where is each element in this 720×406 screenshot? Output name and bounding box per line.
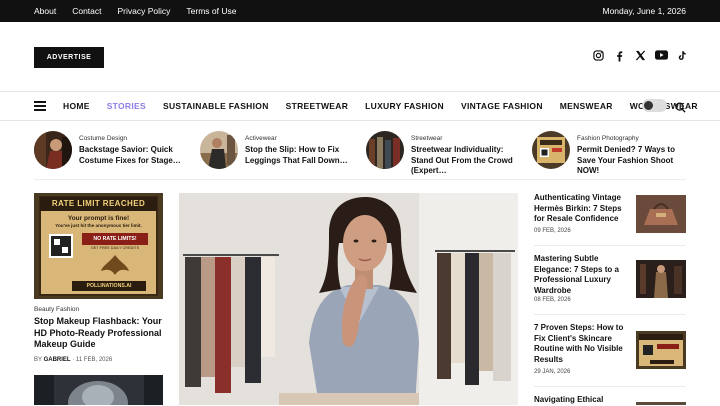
article-image[interactable]: RATE LIMIT REACHED Your prompt is fine! … (34, 193, 163, 299)
trending-thumbnail (34, 131, 72, 169)
facebook-icon[interactable] (613, 50, 625, 62)
trending-title[interactable]: Backstage Savior: Quick Costume Fixes fo… (79, 145, 191, 166)
image-badge-sub: GET FREE DAILY CREDITS (90, 246, 140, 250)
side-thumbnail[interactable] (636, 397, 686, 405)
side-date: 09 FEB, 2026 (534, 228, 571, 234)
trending-thumbnail (200, 131, 238, 169)
side-divider (534, 386, 686, 387)
top-links: About Contact Privacy Policy Terms of Us… (34, 6, 237, 16)
side-thumbnail[interactable] (636, 195, 686, 233)
trending-item[interactable]: Fashion Photography Permit Denied? 7 Way… (532, 131, 690, 175)
tiktok-icon[interactable] (676, 50, 688, 62)
trending-title[interactable]: Streetwear Individuality: Stand Out From… (411, 145, 523, 177)
trending-thumbnail (532, 131, 570, 169)
nav-item-streetwear[interactable]: STREETWEAR (286, 101, 349, 111)
trending-item[interactable]: Costume Design Backstage Savior: Quick C… (34, 131, 192, 171)
side-date: 29 JAN, 2026 (534, 369, 571, 375)
top-bar: About Contact Privacy Policy Terms of Us… (0, 0, 720, 22)
article-image-2[interactable] (34, 375, 163, 405)
advertise-button[interactable]: ADVERTISE (34, 47, 104, 68)
hero-image[interactable] (179, 193, 518, 405)
nav-item-menswear[interactable]: MENSWEAR (560, 101, 613, 111)
trending-category: Costume Design (79, 135, 128, 142)
top-link-privacy[interactable]: Privacy Policy (118, 6, 171, 16)
trending-thumbnail (366, 131, 404, 169)
image-headline: RATE LIMIT REACHED (51, 199, 146, 208)
side-title[interactable]: Navigating Ethical (534, 395, 626, 406)
top-link-contact[interactable]: Contact (72, 6, 101, 16)
nav-item-home[interactable]: HOME (63, 101, 90, 111)
side-divider (534, 245, 686, 246)
image-line-2: You've just hit the anonymous tier limit… (55, 223, 142, 228)
top-link-terms[interactable]: Terms of Use (186, 6, 236, 16)
side-title[interactable]: 7 Proven Steps: How to Fix Client's Skin… (534, 323, 626, 365)
author-prefix: BY (34, 356, 42, 363)
left-article-card[interactable]: RATE LIMIT REACHED Your prompt is fine! … (34, 193, 163, 363)
side-title[interactable]: Mastering Subtle Elegance: 7 Steps to a … (534, 254, 626, 296)
trending-category: Streetwear (411, 135, 443, 142)
menu-icon[interactable] (34, 101, 46, 111)
nav-items: HOME STORIES SUSTAINABLE FASHION STREETW… (63, 101, 715, 111)
x-icon[interactable] (634, 50, 646, 62)
side-title[interactable]: Authenticating Vintage Hermès Birkin: 7 … (534, 193, 626, 225)
nav-item-sustainable-fashion[interactable]: SUSTAINABLE FASHION (163, 101, 269, 111)
trending-title[interactable]: Permit Denied? 7 Ways to Save Your Fashi… (577, 145, 689, 177)
image-badge: NO RATE LIMITS! (93, 236, 137, 242)
article-meta: BY GABRIEL · 11 FEB, 2026 (34, 357, 163, 363)
article-title[interactable]: Stop Makeup Flashback: Your HD Photo-Rea… (34, 316, 163, 351)
instagram-icon[interactable] (592, 50, 604, 62)
current-date: Monday, June 1, 2026 (602, 6, 687, 16)
nav-item-vintage-fashion[interactable]: VINTAGE FASHION (461, 101, 543, 111)
main-nav: HOME STORIES SUSTAINABLE FASHION STREETW… (0, 92, 720, 121)
image-line-1: Your prompt is fine! (67, 215, 130, 222)
section-divider (34, 179, 686, 180)
author-name[interactable]: GABRIEL (44, 357, 71, 363)
trending-category: Activewear (245, 135, 277, 142)
dark-mode-toggle[interactable] (642, 99, 667, 112)
site-header: ADVERTISE (0, 22, 720, 92)
article-category[interactable]: Beauty Fashion (34, 306, 163, 313)
top-link-about[interactable]: About (34, 6, 56, 16)
image-brand: POLLINATIONS.AI (86, 283, 132, 289)
trending-row: Costume Design Backstage Savior: Quick C… (34, 131, 686, 175)
trending-item[interactable]: Activewear Stop the Slip: How to Fix Leg… (200, 131, 358, 171)
trending-category: Fashion Photography (577, 135, 639, 142)
article-date: 11 FEB, 2026 (75, 356, 113, 363)
side-divider (534, 314, 686, 315)
search-icon[interactable] (675, 100, 686, 113)
side-date: 08 FEB, 2026 (534, 297, 571, 303)
trending-item[interactable]: Streetwear Streetwear Individuality: Sta… (366, 131, 524, 175)
youtube-icon[interactable] (655, 50, 668, 62)
side-thumbnail[interactable] (636, 331, 686, 369)
nav-item-luxury-fashion[interactable]: LUXURY FASHION (365, 101, 444, 111)
trending-title[interactable]: Stop the Slip: How to Fix Leggings That … (245, 145, 357, 166)
side-thumbnail[interactable] (636, 260, 686, 298)
nav-item-stories[interactable]: STORIES (107, 101, 146, 111)
social-links (592, 50, 688, 62)
